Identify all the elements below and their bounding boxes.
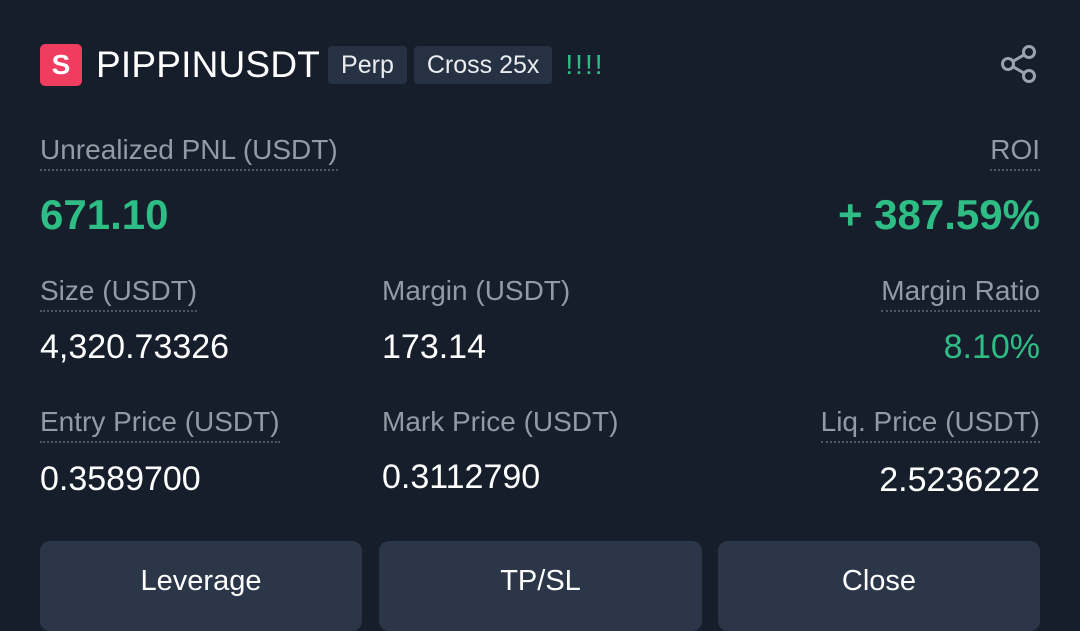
margin-value: 173.14 (382, 328, 486, 366)
unrealized-pnl-label[interactable]: Unrealized PNL (USDT) (40, 134, 338, 171)
mark-price-value: 0.3112790 (382, 458, 541, 496)
size-value: 4,320.73326 (40, 328, 230, 366)
leverage-button[interactable]: Leverage (40, 541, 362, 631)
roi-label[interactable]: ROI (990, 134, 1040, 171)
size-label[interactable]: Size (USDT) (40, 275, 198, 312)
unrealized-pnl-value: 671.10 (40, 191, 169, 238)
roi-value: + 387.59% (837, 191, 1040, 238)
mark-price-label: Mark Price (USDT) (382, 406, 619, 437)
entry-price-label[interactable]: Entry Price (USDT) (40, 406, 280, 443)
liq-price-label[interactable]: Liq. Price (USDT) (820, 406, 1040, 443)
close-position-button[interactable]: Close (718, 541, 1040, 631)
position-header: S PIPPINUSDT Perp Cross 25x !!!! (40, 44, 605, 86)
margin-label: Margin (USDT) (382, 275, 571, 306)
position-card: S PIPPINUSDT Perp Cross 25x !!!! Unreali… (0, 0, 1080, 631)
liq-price-value: 2.5236222 (879, 461, 1040, 499)
contract-type-tag: Perp (328, 46, 407, 84)
margin-mode-tag[interactable]: Cross 25x (413, 46, 553, 84)
margin-ratio-label[interactable]: Margin Ratio (881, 275, 1040, 312)
margin-ratio-value: 8.10% (943, 328, 1040, 366)
share-icon[interactable] (1000, 44, 1038, 84)
symbol-logo-icon: S (40, 44, 82, 86)
risk-indicator: !!!! (565, 49, 605, 80)
entry-price-value: 0.3589700 (40, 460, 201, 498)
tpsl-button[interactable]: TP/SL (379, 541, 702, 631)
symbol-name[interactable]: PIPPINUSDT (96, 44, 320, 86)
